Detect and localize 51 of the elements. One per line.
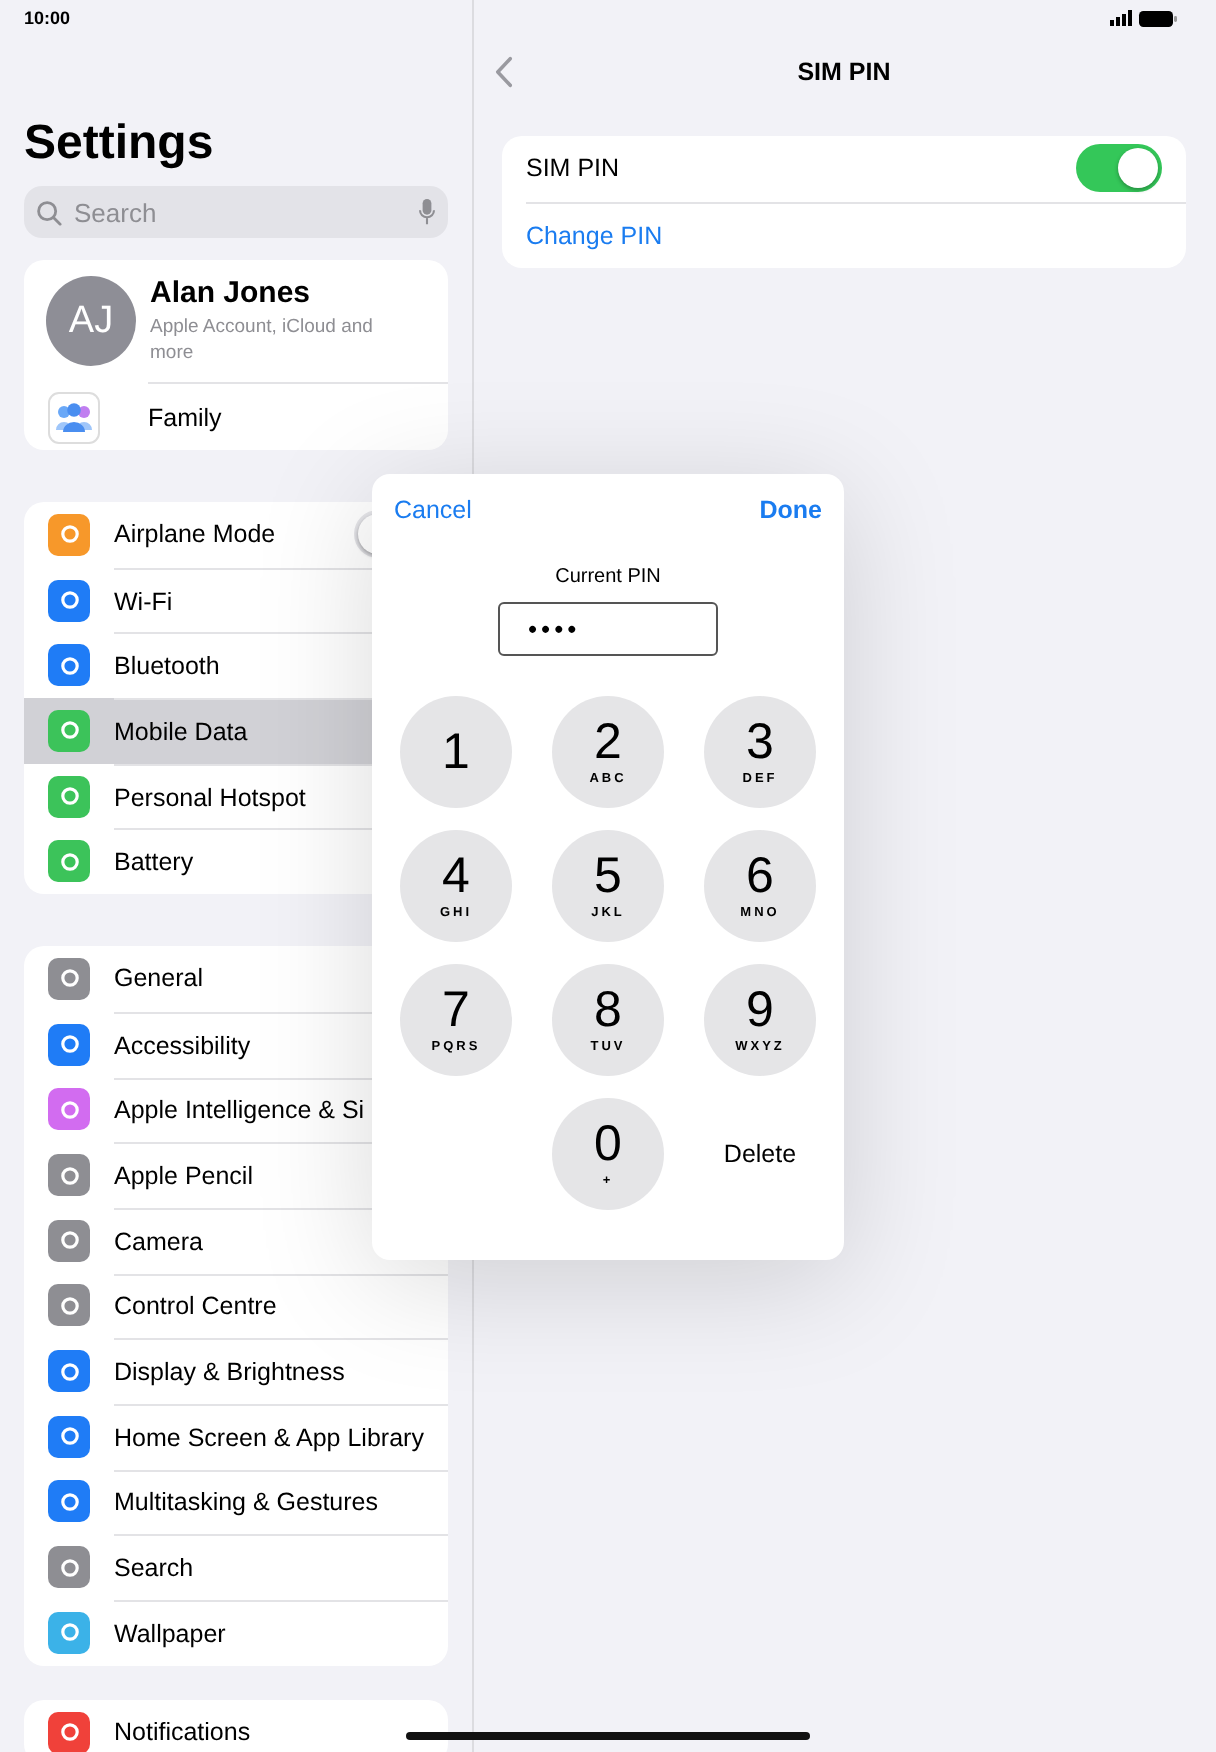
settings-row[interactable]: Display & Brightness [24, 1338, 448, 1404]
row-label: SIM PIN [526, 154, 620, 183]
change-pin-link[interactable]: Change PIN [526, 221, 663, 250]
account-subtitle: Apple Account, iCloud and more [150, 314, 375, 366]
back-chevron-icon[interactable] [494, 56, 514, 88]
avatar: AJ [46, 276, 136, 366]
done-button[interactable]: Done [759, 496, 822, 524]
row-label: Bluetooth [114, 652, 220, 681]
delete-button[interactable]: Delete [723, 1140, 797, 1168]
family-row[interactable]: Family [148, 382, 448, 450]
row-label: Airplane Mode [114, 520, 276, 549]
search-input[interactable]: Search [70, 195, 410, 229]
row-label: Notifications [114, 1718, 251, 1747]
settings-row[interactable]: Home Screen & App Library [24, 1403, 448, 1470]
toggle-switch[interactable] [1076, 144, 1162, 193]
row-label: Battery [114, 848, 194, 877]
settings-row[interactable]: Search [24, 1534, 448, 1600]
microphone-icon[interactable] [418, 198, 436, 226]
row-label: Accessibility [114, 1031, 251, 1060]
signal-icon [1110, 10, 1134, 26]
row-label: Family [148, 403, 222, 431]
row-label: Personal Hotspot [114, 783, 306, 812]
row-label: Camera [114, 1227, 203, 1256]
settings-row[interactable]: Control Centre [24, 1273, 448, 1339]
row-label: Display & Brightness [114, 1358, 345, 1387]
page-title: Settings [24, 114, 216, 174]
row-label: Apple Intelligence & Si [114, 1096, 365, 1125]
row-label: Apple Pencil [114, 1162, 253, 1191]
row-label: Home Screen & App Library [114, 1423, 424, 1452]
row-label: Control Centre [114, 1292, 277, 1321]
row-label: Wallpaper [114, 1619, 226, 1648]
row-label: Search [114, 1554, 194, 1583]
row-label: Multitasking & Gestures [114, 1488, 378, 1517]
keypad-key[interactable]: 1 [400, 696, 512, 808]
settings-row[interactable]: Multitasking & Gestures [24, 1469, 448, 1535]
account-name: Alan Jones [150, 276, 313, 310]
field-label: Current PIN [553, 566, 663, 588]
nav-title: SIM PIN [795, 58, 893, 86]
row-label: General [114, 964, 203, 993]
row-label: Mobile Data [114, 717, 248, 746]
search-icon [36, 199, 62, 225]
settings-row[interactable]: Wallpaper [24, 1600, 448, 1666]
cancel-button[interactable]: Cancel [394, 496, 472, 524]
row-label: Wi-Fi [114, 587, 173, 616]
search-field[interactable]: Search [24, 186, 448, 238]
battery-icon [1138, 9, 1178, 27]
account-row[interactable]: AJ Alan Jones Apple Account, iCloud and more [24, 260, 448, 382]
status-time: 10:00 [24, 6, 73, 32]
settings-row[interactable]: Notifications [24, 1699, 448, 1752]
people-icon [48, 392, 100, 444]
pin-field[interactable]: •••• [498, 602, 718, 656]
